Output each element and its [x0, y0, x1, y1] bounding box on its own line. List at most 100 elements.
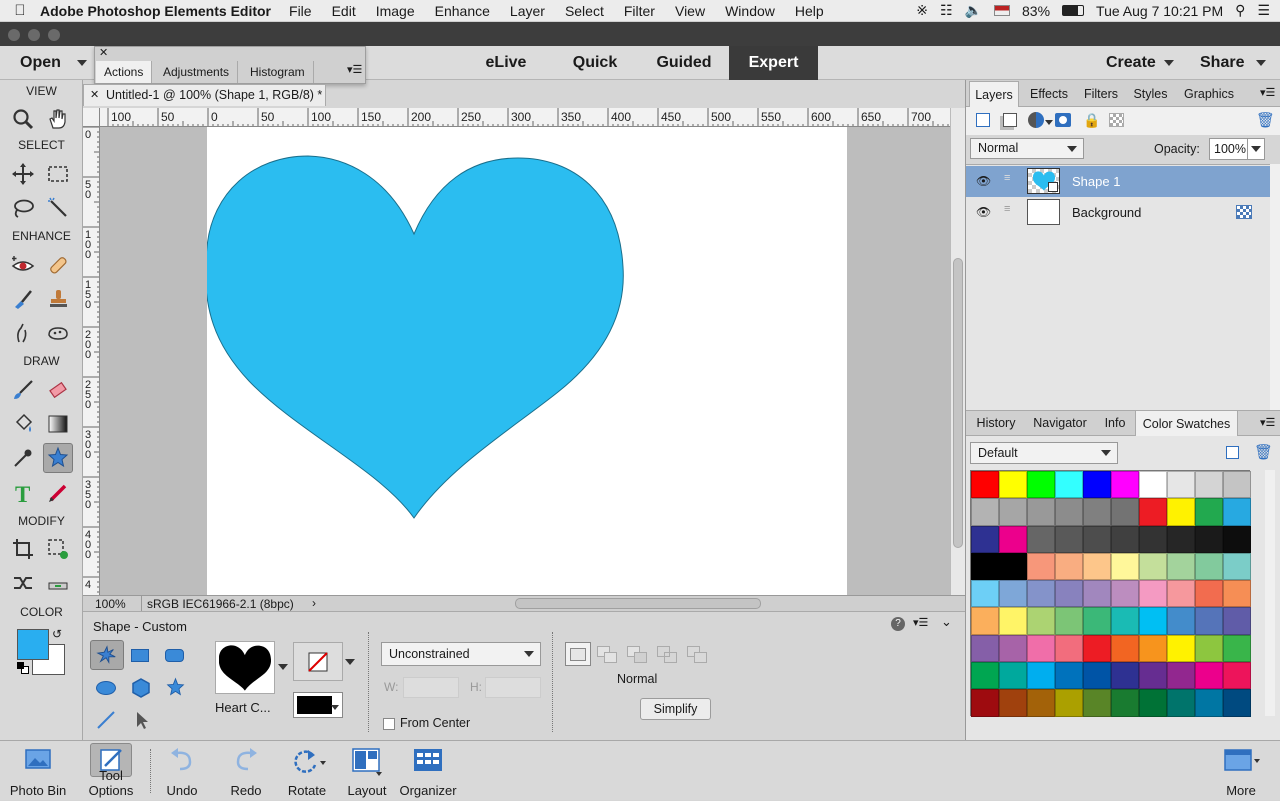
color-swatch[interactable] [1167, 498, 1195, 526]
organizer-button[interactable]: Organizer [393, 741, 463, 801]
color-swatch[interactable] [1055, 580, 1083, 608]
color-swatch[interactable] [1027, 689, 1055, 717]
color-swatch[interactable] [1111, 689, 1139, 717]
color-swatch[interactable] [1027, 580, 1055, 608]
color-swatch[interactable] [999, 580, 1027, 608]
color-swatch[interactable] [1139, 634, 1167, 663]
color-swatch[interactable] [971, 525, 999, 553]
star-shape-icon[interactable] [165, 677, 186, 701]
menu-file[interactable]: File [279, 3, 322, 19]
add-to-shape-area-icon[interactable] [597, 646, 619, 664]
link-layer-icon[interactable]: ≡ [1004, 172, 1010, 184]
layout-button[interactable]: Layout [332, 741, 402, 801]
ellipse-shape-icon[interactable] [96, 681, 116, 695]
color-swatch[interactable] [1111, 580, 1139, 608]
delete-layer-icon[interactable]: 🗑 [1256, 111, 1275, 129]
color-swatch[interactable] [1223, 498, 1251, 526]
photo-bin-button[interactable]: Photo Bin [3, 741, 73, 801]
color-swatch[interactable] [1027, 607, 1055, 635]
menu-window[interactable]: Window [715, 3, 785, 19]
tab-histogram[interactable]: Histogram [242, 61, 314, 83]
menu-help[interactable]: Help [785, 3, 834, 19]
color-swatch[interactable] [1111, 498, 1139, 526]
color-swatch[interactable] [1167, 471, 1195, 499]
color-swatch[interactable] [1083, 580, 1111, 608]
gradient-tool-icon[interactable] [43, 409, 73, 439]
color-swatch[interactable] [1195, 580, 1223, 608]
color-swatch[interactable] [1139, 580, 1167, 608]
color-swatch[interactable] [1083, 689, 1111, 717]
custom-shape-button[interactable] [90, 640, 124, 670]
tab-adjustments[interactable]: Adjustments [155, 61, 239, 83]
color-swatch[interactable] [1055, 689, 1083, 717]
undo-button[interactable]: Undo [147, 741, 217, 801]
visibility-eye-icon[interactable]: 👁 [976, 174, 991, 188]
close-document-icon[interactable]: ✕ [90, 85, 99, 105]
tab-filters[interactable]: Filters [1079, 81, 1123, 107]
share-button[interactable]: Share [1200, 46, 1244, 80]
color-swatch[interactable] [1223, 607, 1251, 635]
tab-history[interactable]: History [969, 410, 1023, 436]
vertical-scrollbar[interactable] [950, 108, 965, 595]
default-colors-icon[interactable] [17, 662, 29, 674]
color-swatch[interactable] [1167, 607, 1195, 635]
color-swatch[interactable] [1111, 607, 1139, 635]
layer-locked-icon[interactable] [1236, 205, 1252, 219]
shape-color-swatch[interactable] [293, 692, 343, 718]
layer-row-background[interactable]: 👁 ≡ Background [966, 197, 1270, 228]
create-dropdown-icon[interactable] [1164, 60, 1174, 66]
smudge-tool-icon[interactable] [8, 318, 38, 348]
content-aware-move-tool-icon[interactable] [8, 568, 38, 598]
width-input[interactable] [403, 677, 459, 698]
color-swatch[interactable] [1195, 525, 1223, 553]
red-eye-tool-icon[interactable] [8, 250, 38, 280]
color-swatch[interactable] [1167, 580, 1195, 608]
mode-guided[interactable]: Guided [645, 46, 723, 80]
lasso-tool-icon[interactable] [8, 193, 38, 223]
rectangle-shape-icon[interactable] [131, 649, 149, 662]
color-swatch[interactable] [1055, 634, 1083, 663]
color-swatch[interactable] [1195, 552, 1223, 581]
menu-view[interactable]: View [665, 3, 715, 19]
color-swatch[interactable] [1223, 552, 1251, 581]
color-swatch[interactable] [1195, 662, 1223, 690]
status-arrow-icon[interactable]: › [312, 596, 316, 611]
custom-shape-tool-icon[interactable] [43, 443, 73, 473]
menu-select[interactable]: Select [555, 3, 614, 19]
document-canvas[interactable] [207, 127, 847, 595]
color-swatch[interactable] [1167, 662, 1195, 690]
close-panel-icon[interactable]: ✕ [99, 46, 108, 59]
lock-transparent-icon[interactable] [1109, 113, 1124, 127]
options-menu-icon[interactable]: ▾☰ [913, 616, 928, 629]
shape-selection-icon[interactable] [133, 710, 151, 733]
color-swatch[interactable] [1139, 607, 1167, 635]
color-swatch[interactable] [1083, 525, 1111, 553]
minimize-window-button[interactable] [28, 29, 40, 41]
color-profile[interactable]: sRGB IEC61966-2.1 (8bpc) [147, 597, 294, 612]
redo-button[interactable]: Redo [211, 741, 281, 801]
vertical-scroll-thumb[interactable] [953, 258, 963, 548]
color-swatch[interactable] [1111, 662, 1139, 690]
color-swatch[interactable] [1083, 471, 1111, 499]
more-button[interactable]: More [1206, 741, 1276, 801]
color-swatch[interactable] [1027, 634, 1055, 663]
tab-layers[interactable]: Layers [969, 81, 1019, 107]
color-swatch[interactable] [1083, 634, 1111, 663]
color-swatch[interactable] [999, 689, 1027, 717]
color-swatch[interactable] [1055, 498, 1083, 526]
rounded-rectangle-shape-icon[interactable] [165, 649, 184, 662]
eraser-tool-icon[interactable] [43, 375, 73, 405]
color-swatch[interactable] [971, 689, 999, 717]
height-input[interactable] [485, 677, 541, 698]
eyedropper-tool-icon[interactable] [8, 443, 38, 473]
new-layer-icon[interactable] [976, 113, 990, 127]
tab-actions[interactable]: Actions [96, 61, 153, 83]
collapse-options-icon[interactable]: ⌄ [941, 614, 952, 630]
menu-enhance[interactable]: Enhance [425, 3, 500, 19]
zoom-tool-icon[interactable] [8, 104, 38, 134]
lock-all-icon[interactable]: 🔒 [1083, 112, 1100, 129]
adjustment-dropdown-icon[interactable] [1045, 120, 1053, 125]
menu-layer[interactable]: Layer [500, 3, 555, 19]
visibility-eye-icon[interactable]: 👁 [976, 205, 991, 219]
color-swatch[interactable] [1195, 689, 1223, 717]
